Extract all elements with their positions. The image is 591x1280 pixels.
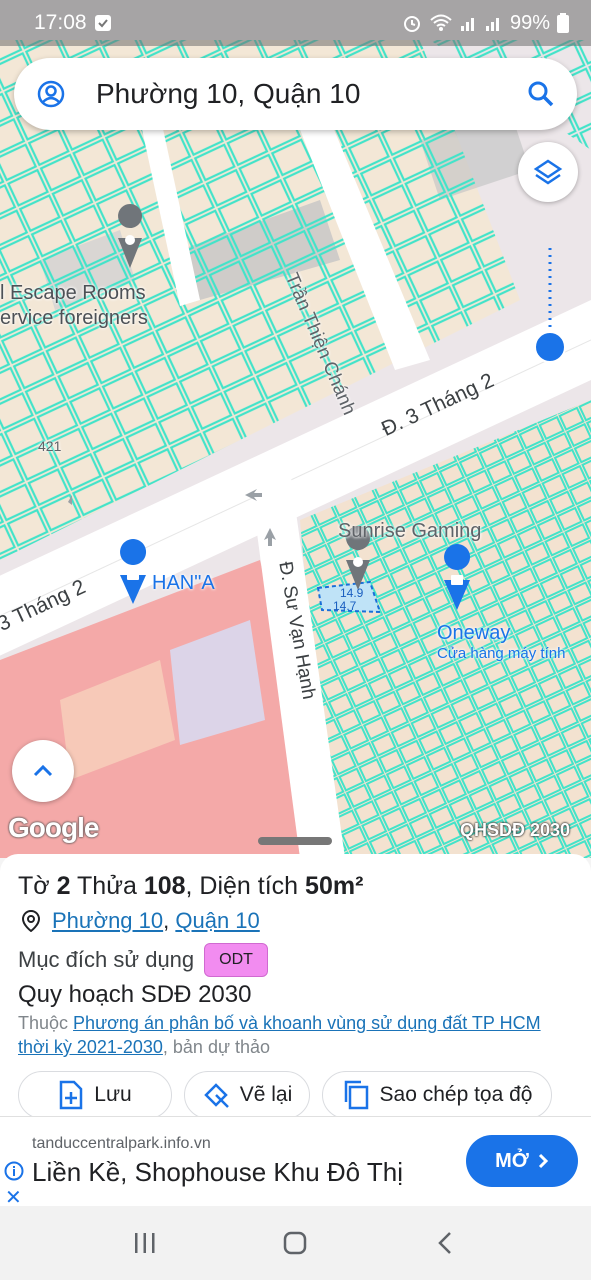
redraw-button[interactable]: Vẽ lại — [184, 1071, 310, 1119]
district-link[interactable]: Quận 10 — [175, 905, 259, 937]
dimension-label: 14.9 — [340, 586, 364, 600]
status-bar: 17:08 99% — [0, 0, 591, 46]
ad-domain: tanduccentralpark.info.vn — [32, 1135, 211, 1152]
check-icon — [94, 15, 111, 31]
location-pin-icon — [22, 910, 40, 932]
recent-apps-icon[interactable] — [132, 1230, 158, 1256]
copy-icon — [344, 1080, 368, 1110]
redraw-label: Vẽ lại — [239, 1083, 293, 1106]
battery-icon — [557, 13, 569, 33]
ad-open-button[interactable]: MỞ — [466, 1135, 578, 1187]
parcel-title: Tờ 2 Thửa 108, Diện tích 50m² — [18, 872, 364, 900]
parcel-info-sheet: Tờ 2 Thửa 108, Diện tích 50m² Phường 10,… — [0, 854, 591, 1119]
ad-banner[interactable]: tanduccentralpark.info.vn ✕ Liền Kề, Sho… — [0, 1116, 591, 1209]
info-icon[interactable] — [4, 1161, 24, 1186]
layer-name-label: QHSDĐ 2030 — [460, 820, 571, 840]
status-time: 17:08 — [34, 11, 87, 34]
plan-title: Quy hoạch SDĐ 2030 — [18, 981, 252, 1008]
search-bar[interactable]: Phường 10, Quận 10 — [14, 58, 577, 130]
parcel-location: Phường 10, Quận 10 — [18, 905, 573, 937]
poi-label[interactable]: Sunrise Gaming — [338, 520, 481, 543]
land-use-badge[interactable]: ODT — [204, 943, 268, 977]
battery-level: 99% — [509, 11, 550, 34]
wifi-icon — [430, 14, 452, 31]
search-icon[interactable] — [527, 80, 555, 108]
plan-note: Thuộc Phương án phân bố và khoanh vùng s… — [18, 1013, 541, 1057]
plan-link[interactable]: Phương án phân bố và khoanh vùng sử dụng… — [18, 1013, 541, 1057]
poi-sublabel: Cửa hàng máy tính — [437, 645, 566, 662]
add-file-icon — [60, 1080, 83, 1110]
house-number-label: 421 — [38, 438, 62, 454]
back-icon[interactable] — [433, 1230, 459, 1256]
ward-link[interactable]: Phường 10 — [52, 905, 163, 937]
chevron-up-icon — [33, 764, 53, 777]
copy-coordinates-button[interactable]: Sao chép tọa độ — [322, 1071, 552, 1119]
expand-sheet-button[interactable] — [12, 740, 74, 802]
google-logo: Google — [8, 812, 99, 843]
poi-label[interactable]: HAN"A — [152, 572, 215, 595]
action-row: Lưu Vẽ lại Sao chép tọa độ — [18, 1071, 573, 1119]
copy-label: Sao chép tọa độ — [379, 1083, 533, 1106]
search-input[interactable]: Phường 10, Quận 10 — [96, 78, 527, 110]
signal-icon — [485, 18, 499, 31]
signal-icon — [460, 18, 474, 31]
save-label: Lưu — [94, 1083, 132, 1106]
alarm-icon — [403, 16, 420, 32]
layers-button[interactable] — [518, 142, 578, 202]
draw-icon — [203, 1083, 229, 1108]
home-icon[interactable] — [282, 1230, 308, 1256]
ad-open-label: MỞ — [495, 1149, 529, 1172]
save-button[interactable]: Lưu — [18, 1071, 172, 1119]
poi-label[interactable]: ervice foreigners — [0, 307, 148, 330]
dimension-label: 14.7 — [333, 599, 357, 613]
poi-label[interactable]: l Escape Rooms — [0, 282, 146, 305]
chevron-right-icon — [538, 1153, 548, 1169]
system-nav-bar — [0, 1206, 591, 1280]
layers-icon — [533, 159, 563, 185]
land-use-label: Mục đích sử dụng — [18, 947, 195, 972]
ad-headline[interactable]: Liền Kề, Shophouse Khu Đô Thị — [32, 1157, 403, 1188]
land-use-row: Mục đích sử dụng ODT — [18, 943, 573, 977]
sheet-drag-handle[interactable] — [258, 837, 332, 845]
poi-label[interactable]: Oneway — [437, 622, 510, 645]
account-icon[interactable] — [36, 79, 66, 109]
